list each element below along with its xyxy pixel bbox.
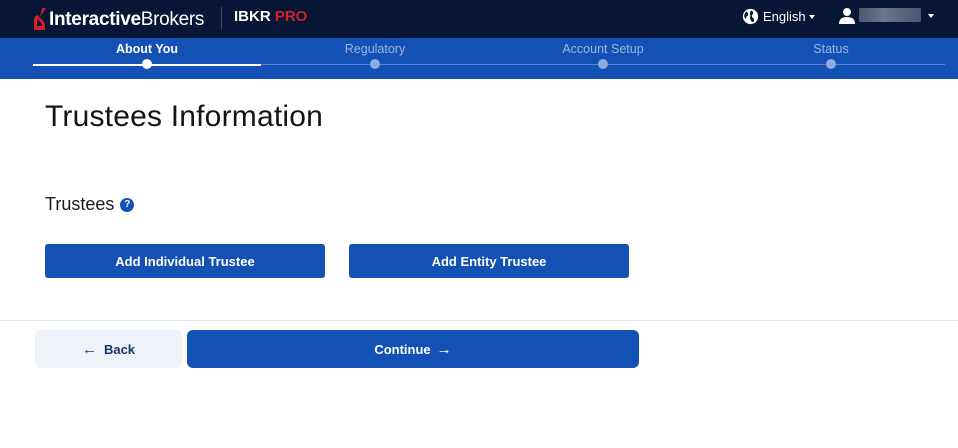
continue-button-label: Continue <box>374 341 431 357</box>
step-regulatory: Regulatory <box>261 38 489 69</box>
arrow-right-icon: → <box>436 340 452 358</box>
step-status: Status <box>717 38 945 69</box>
step-label: Regulatory <box>344 42 406 56</box>
step-dot <box>142 59 152 69</box>
language-selector[interactable]: English <box>742 7 815 25</box>
user-icon <box>839 7 855 24</box>
top-bar: InteractiveBrokers IBKR PRO English <box>0 0 958 38</box>
arrow-left-icon: ← <box>81 340 97 358</box>
product-name-main: IBKR <box>234 8 271 25</box>
step-label: About You <box>115 42 179 56</box>
step-about-you: About You <box>33 38 261 69</box>
step-account-setup: Account Setup <box>489 38 717 69</box>
back-button-label: Back <box>103 341 136 357</box>
trustees-section-header: Trustees ? <box>45 194 135 215</box>
brand-name-light: Brokers <box>140 8 205 30</box>
brand-name-bold: Interactive <box>49 8 141 30</box>
globe-icon <box>742 8 759 24</box>
page-title: Trustees Information <box>45 100 323 133</box>
step-dot <box>598 59 608 69</box>
user-name-redacted <box>859 8 921 22</box>
question-icon[interactable]: ? <box>120 197 135 212</box>
continue-button[interactable]: Continue → <box>187 330 639 368</box>
header-divider <box>221 7 222 29</box>
step-dot <box>826 59 836 69</box>
chevron-down-icon <box>808 14 815 19</box>
progress-stepper: About You Regulatory Account Setup Statu… <box>0 38 958 79</box>
ib-logo-icon <box>34 8 46 30</box>
brand-name: InteractiveBrokers <box>49 10 204 29</box>
back-button[interactable]: ← Back <box>35 330 182 368</box>
language-label: English <box>763 8 806 24</box>
step-dot <box>370 59 380 69</box>
product-name-accent: PRO <box>274 8 308 25</box>
user-menu[interactable] <box>839 6 934 24</box>
step-label: Account Setup <box>562 42 644 56</box>
section-title: Trustees <box>45 194 115 214</box>
chevron-down-icon <box>928 13 934 18</box>
footer-divider <box>0 320 958 321</box>
brand-logo[interactable]: InteractiveBrokers <box>33 6 204 32</box>
add-individual-trustee-button[interactable]: Add Individual Trustee <box>45 244 325 278</box>
step-label: Status <box>813 42 849 56</box>
product-name: IBKR PRO <box>234 9 307 25</box>
add-entity-trustee-button[interactable]: Add Entity Trustee <box>349 244 629 278</box>
